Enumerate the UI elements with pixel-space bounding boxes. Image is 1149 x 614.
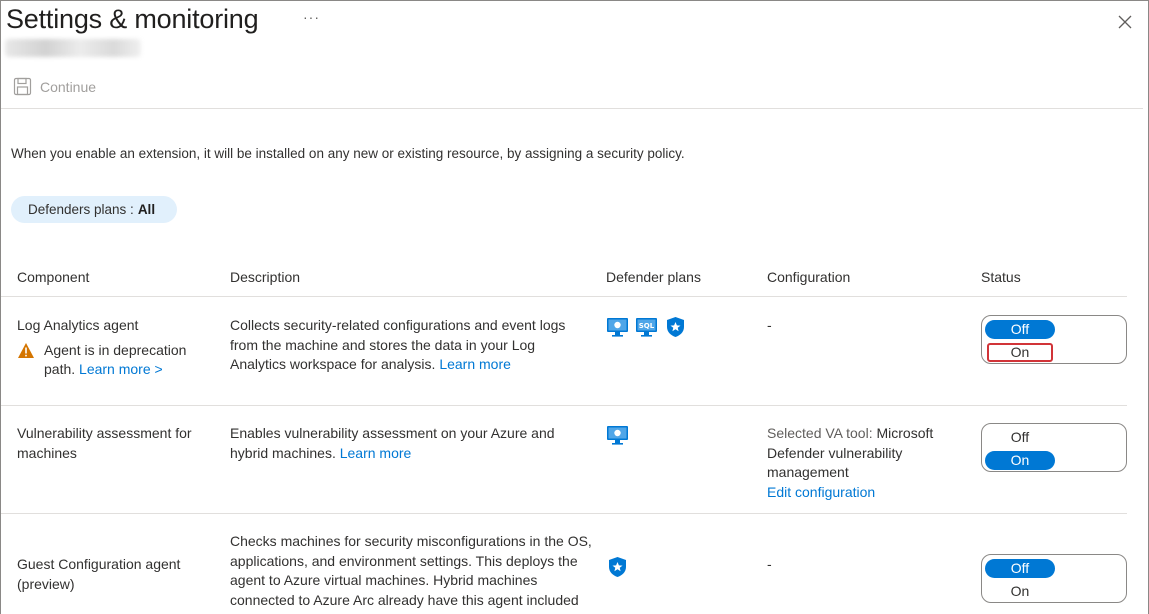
row-divider <box>1 513 1127 514</box>
svg-text:SQL: SQL <box>639 322 655 330</box>
defender-shield-icon <box>667 317 684 337</box>
toolbar-divider <box>1 108 1143 109</box>
component-cell: Log Analytics agent Agent is in deprecat… <box>17 316 217 380</box>
subscription-name-redacted <box>5 39 141 57</box>
description-cell: Collects security-related configurations… <box>230 316 592 375</box>
filter-value: All <box>137 202 156 217</box>
status-off-option[interactable]: Off <box>985 320 1055 339</box>
description-learn-more-link[interactable]: Learn more <box>340 445 412 461</box>
warning-icon <box>18 342 34 358</box>
defender-plans-cell: SQL <box>606 316 687 338</box>
status-off-option[interactable]: Off <box>985 559 1055 578</box>
column-header-component: Component <box>17 269 90 285</box>
row-divider <box>1 405 1127 406</box>
more-options-button[interactable]: ··· <box>303 9 320 25</box>
column-header-configuration: Configuration <box>767 269 851 285</box>
description-text: Collects security-related configurations… <box>230 317 566 372</box>
status-toggle[interactable]: Off On <box>981 423 1127 472</box>
sql-server-icon: SQL <box>636 318 657 337</box>
configuration-cell: Selected VA tool: Microsoft Defender vul… <box>767 424 967 502</box>
column-header-status: Status <box>981 269 1021 285</box>
configuration-cell: - <box>767 556 772 572</box>
warning-learn-more-link[interactable]: Learn more > <box>79 361 163 377</box>
status-on-option[interactable]: On <box>985 582 1055 601</box>
page-title: Settings & monitoring <box>6 4 259 34</box>
component-name: Guest Configuration agent (preview) <box>17 556 181 592</box>
edit-configuration-link[interactable]: Edit configuration <box>767 484 875 500</box>
close-icon[interactable] <box>1115 12 1135 32</box>
status-toggle[interactable]: Off On <box>981 554 1127 603</box>
component-name: Log Analytics agent <box>17 317 139 333</box>
server-icon <box>607 426 628 445</box>
component-name: Vulnerability assessment for machines <box>17 425 192 461</box>
description-text: Checks machines for security misconfigur… <box>230 533 592 614</box>
configuration-cell: - <box>767 317 772 333</box>
description-cell: Checks machines for security misconfigur… <box>230 532 592 614</box>
defender-plans-cell <box>606 556 629 578</box>
va-tool-label: Selected VA tool: <box>767 425 873 441</box>
continue-button[interactable]: Continue <box>13 77 96 96</box>
status-toggle[interactable]: Off On <box>981 315 1127 364</box>
defender-plans-filter[interactable]: Defenders plans : All <box>11 196 178 223</box>
filter-label: Defenders plans : <box>28 202 134 217</box>
status-on-option[interactable]: On <box>985 451 1055 470</box>
description-cell: Enables vulnerability assessment on your… <box>230 424 592 463</box>
intro-text: When you enable an extension, it will be… <box>11 146 685 161</box>
column-header-defender-plans: Defender plans <box>606 269 701 285</box>
column-header-description: Description <box>230 269 301 285</box>
description-learn-more-link[interactable]: Learn more <box>439 356 511 372</box>
settings-panel: Settings & monitoring ··· Continue When … <box>0 0 1149 614</box>
header-divider <box>1 296 1127 297</box>
continue-label: Continue <box>40 78 97 95</box>
defender-plans-cell <box>606 424 629 446</box>
status-off-option[interactable]: Off <box>985 428 1055 447</box>
defender-shield-icon <box>609 557 626 577</box>
server-icon <box>607 318 628 337</box>
save-icon <box>13 77 32 96</box>
deprecation-warning: Agent is in deprecation path. Learn more… <box>17 341 217 380</box>
status-on-option[interactable]: On <box>987 343 1053 362</box>
